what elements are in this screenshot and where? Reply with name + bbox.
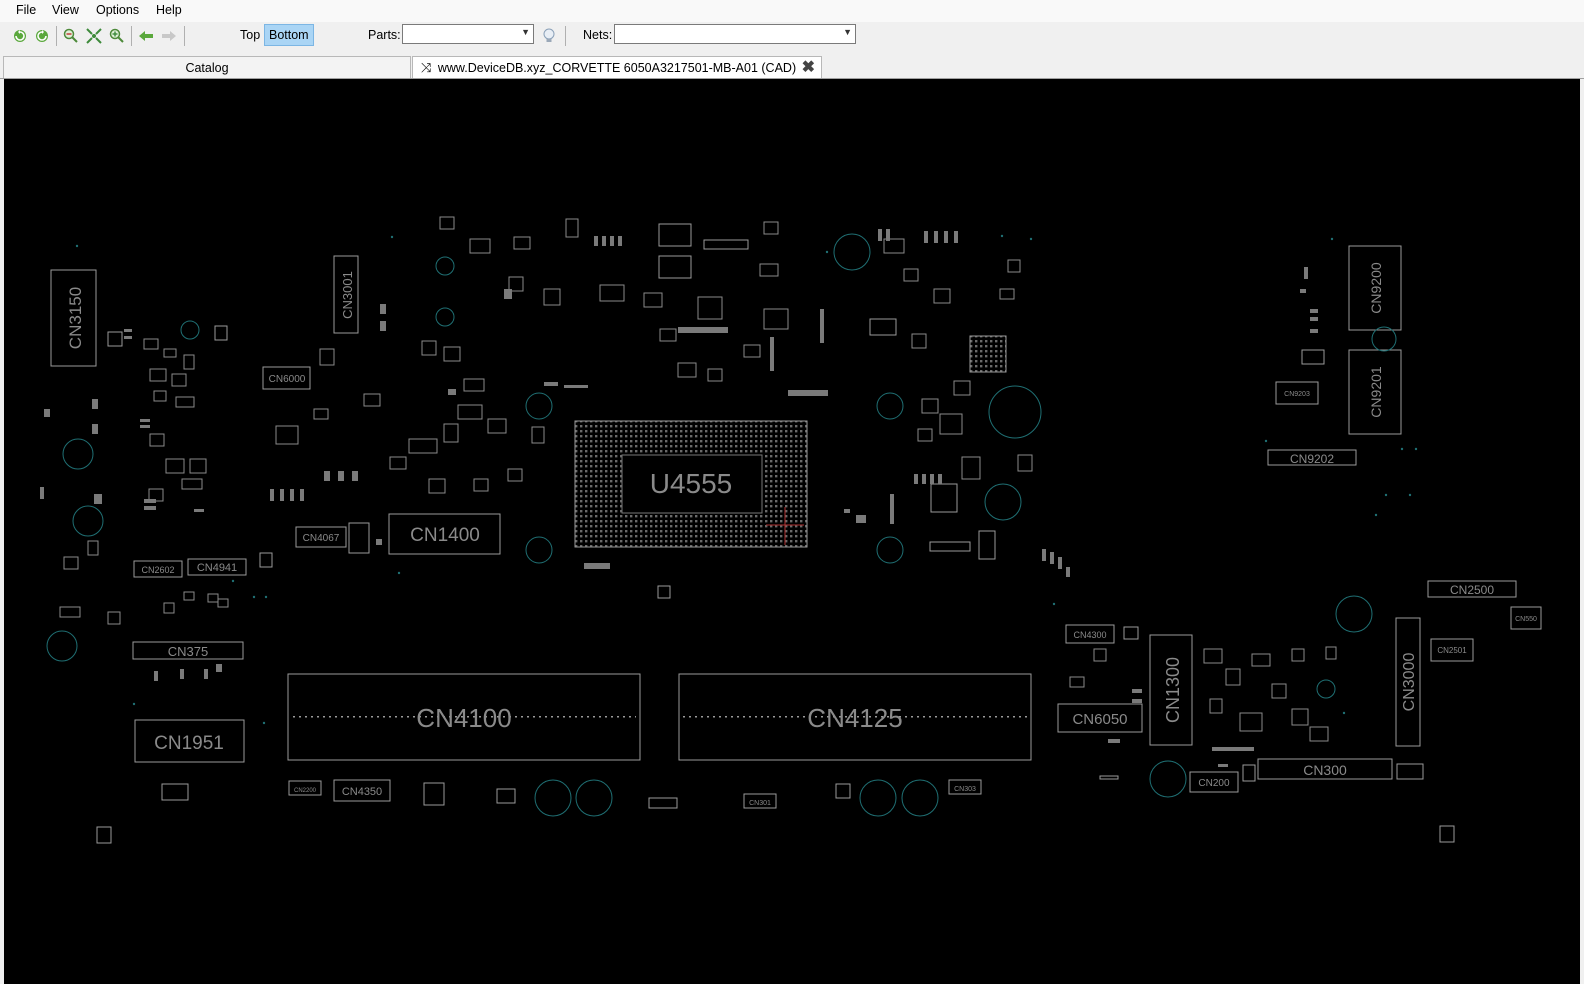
menu-file[interactable]: File (16, 3, 36, 17)
component-small (259, 552, 273, 568)
label-cn2200: CN2200 (294, 788, 317, 794)
label-cn550: CN550 (1515, 616, 1537, 623)
label-cn4125: CN4125 (807, 703, 902, 733)
parts-combo[interactable]: ▼ (402, 24, 534, 44)
bulb-icon[interactable] (540, 27, 558, 45)
label-u4555: U4555 (650, 468, 733, 499)
label-cn4067: CN4067 (303, 533, 340, 544)
top-toggle[interactable]: Top (240, 28, 260, 42)
label-cn1951: CN1951 (154, 733, 224, 754)
component-small (835, 783, 851, 799)
label-cn4300: CN4300 (1073, 630, 1106, 640)
label-cn375: CN375 (168, 644, 208, 659)
component-small (1301, 349, 1325, 365)
label-cn2500: CN2500 (1450, 583, 1494, 597)
chevron-down-icon: ▼ (521, 27, 530, 37)
menu-help[interactable]: Help (156, 3, 182, 17)
nets-label: Nets: (583, 28, 613, 42)
label-cn9203: CN9203 (1284, 391, 1310, 398)
label-cn2602: CN2602 (141, 565, 174, 575)
tab-catalog-label: Catalog (185, 61, 229, 75)
component-small (1099, 775, 1119, 780)
tab-cad[interactable]: ⤨ www.DeviceDB.xyz_CORVETTE 6050A3217501… (412, 56, 822, 78)
component-small (1439, 825, 1455, 843)
component-small (214, 325, 228, 341)
label-cn3001: CN3001 (340, 271, 355, 319)
component-small (1123, 626, 1139, 640)
component-small (703, 239, 749, 250)
label-cn4350: CN4350 (342, 786, 382, 798)
rotate-left-icon[interactable] (11, 27, 29, 45)
component-small (348, 522, 370, 554)
toolbar-separator (565, 26, 566, 46)
tab-catalog[interactable]: Catalog (3, 56, 411, 78)
label-cn3150: CN3150 (66, 287, 85, 349)
component-small (107, 331, 123, 347)
menu-view[interactable]: View (52, 3, 79, 17)
label-cn200: CN200 (1198, 778, 1230, 789)
zoom-in-icon[interactable] (108, 27, 126, 45)
component-small (869, 318, 897, 336)
toolbar-separator (184, 26, 185, 46)
label-cn3000: CN3000 (1401, 653, 1418, 712)
toolbar-separator (131, 26, 132, 46)
component-small (658, 255, 692, 279)
label-cn1400: CN1400 (410, 525, 480, 546)
ic-chip (969, 335, 1007, 373)
label-cn9202: CN9202 (1290, 452, 1334, 466)
board-view[interactable]: U4555 CN4100 CN4125 CN1400 CN1951 CN375 … (4, 79, 1580, 984)
bottom-toggle[interactable]: Bottom (264, 24, 314, 46)
label-cn4100: CN4100 (416, 703, 511, 733)
label-cn6000: CN6000 (269, 374, 306, 385)
component-small (657, 585, 671, 599)
component-small (978, 530, 996, 560)
component-small (496, 788, 516, 804)
parts-label: Parts: (368, 28, 401, 42)
menu-bar: File View Options Help (0, 0, 1584, 22)
close-icon[interactable]: ✖ (802, 57, 815, 79)
component-small (96, 826, 112, 844)
component-small (423, 782, 445, 806)
component-small (658, 223, 692, 247)
pcb-canvas[interactable]: U4555 CN4100 CN4125 CN1400 CN1951 CN375 … (4, 79, 1580, 984)
component-small (929, 541, 971, 552)
menu-options[interactable]: Options (96, 3, 139, 17)
label-cn1300: CN1300 (1163, 657, 1183, 723)
back-icon[interactable] (137, 27, 155, 45)
toolbar: Top Bottom Parts: ▼ Nets: ▼ (0, 22, 1584, 52)
component-small (161, 783, 189, 801)
label-cn4941: CN4941 (197, 562, 237, 574)
nets-combo[interactable]: ▼ (614, 24, 856, 44)
fit-icon[interactable] (85, 27, 103, 45)
label-cn301: CN301 (749, 800, 771, 807)
component-box (1396, 763, 1424, 780)
tab-cad-label: www.DeviceDB.xyz_CORVETTE 6050A3217501-M… (437, 61, 797, 75)
component-small (648, 797, 678, 809)
toolbar-separator (56, 26, 57, 46)
forward-icon[interactable] (160, 27, 178, 45)
tab-bar: Catalog ⤨ www.DeviceDB.xyz_CORVETTE 6050… (0, 52, 1584, 79)
rotate-right-icon[interactable] (33, 27, 51, 45)
chevron-down-icon: ▼ (843, 27, 852, 37)
component-small (930, 483, 958, 513)
label-cn2501: CN2501 (1437, 646, 1467, 655)
label-cn9201: CN9201 (1368, 366, 1384, 418)
label-cn6050: CN6050 (1072, 711, 1127, 728)
label-cn9200: CN9200 (1368, 262, 1384, 314)
label-cn300: CN300 (1303, 762, 1347, 778)
label-cn303: CN303 (954, 786, 976, 793)
swap-icon: ⤨ (421, 60, 432, 75)
component-small (1242, 764, 1256, 782)
zoom-out-icon[interactable] (62, 27, 80, 45)
